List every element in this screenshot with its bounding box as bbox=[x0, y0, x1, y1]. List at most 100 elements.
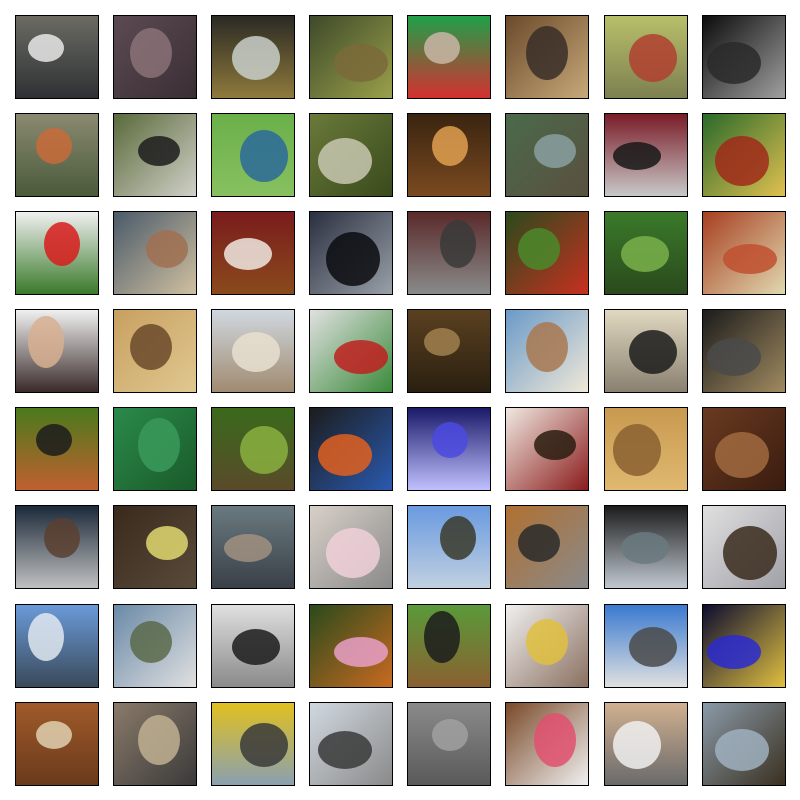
thumbnail-purple-creature-closeup bbox=[113, 15, 197, 99]
subject-shape bbox=[715, 432, 769, 478]
subject-shape bbox=[621, 236, 669, 272]
subject-shape bbox=[44, 518, 80, 558]
thumbnail-safety-pin-gravel bbox=[407, 702, 491, 786]
thumbnail-plane-blue-sky bbox=[15, 604, 99, 688]
thumbnail-open-notebook bbox=[604, 702, 688, 786]
thumbnail-brown-horse bbox=[15, 702, 99, 786]
thumbnail-house-finch-mossy-log bbox=[604, 15, 688, 99]
thumbnail-santa-cookie-tray bbox=[309, 309, 393, 393]
thumbnail-harbor-crane bbox=[309, 702, 393, 786]
subject-shape bbox=[629, 34, 677, 82]
thumbnail-brass-compass-dial bbox=[211, 15, 295, 99]
subject-shape bbox=[526, 26, 568, 80]
thumbnail-peacock-on-grass bbox=[211, 113, 295, 197]
subject-shape bbox=[723, 526, 777, 580]
thumbnail-camera-on-desk bbox=[505, 505, 589, 589]
image-grid bbox=[0, 0, 800, 800]
subject-shape bbox=[715, 136, 769, 186]
subject-shape bbox=[232, 332, 280, 372]
thumbnail-audio-mixer bbox=[702, 309, 786, 393]
thumbnail-wine-bottles bbox=[505, 407, 589, 491]
thumbnail-bird-nest-straw bbox=[407, 309, 491, 393]
subject-shape bbox=[526, 619, 568, 665]
subject-shape bbox=[518, 228, 560, 270]
thumbnail-terrier-face bbox=[113, 702, 197, 786]
thumbnail-reptile-eye-closeup bbox=[309, 15, 393, 99]
subject-shape bbox=[534, 430, 576, 460]
subject-shape bbox=[130, 28, 172, 78]
subject-shape bbox=[424, 328, 460, 356]
thumbnail-pier-silhouette bbox=[604, 309, 688, 393]
thumbnail-white-black-fur-closeup bbox=[15, 15, 99, 99]
subject-shape bbox=[715, 729, 769, 771]
subject-shape bbox=[326, 232, 380, 286]
thumbnail-wood-stove-room bbox=[505, 15, 589, 99]
subject-shape bbox=[326, 528, 380, 578]
thumbnail-batter-green-wall bbox=[407, 15, 491, 99]
thumbnail-city-bus-street bbox=[407, 211, 491, 295]
subject-shape bbox=[240, 130, 288, 182]
thumbnail-brick-storefront bbox=[505, 309, 589, 393]
thumbnail-pale-sky-beach bbox=[211, 309, 295, 393]
thumbnail-mountain-cyclists bbox=[113, 604, 197, 688]
thumbnail-football-helmet bbox=[113, 113, 197, 197]
subject-shape bbox=[629, 330, 677, 374]
subject-shape bbox=[334, 44, 388, 82]
thumbnail-wooden-barrel bbox=[702, 407, 786, 491]
thumbnail-oboe-in-case bbox=[604, 113, 688, 197]
thumbnail-horses-sled-snow bbox=[702, 505, 786, 589]
subject-shape bbox=[130, 324, 172, 370]
thumbnail-dog-in-grass bbox=[407, 604, 491, 688]
thumbnail-chandelier-bookstore bbox=[407, 113, 491, 197]
subject-shape bbox=[534, 134, 576, 168]
thumbnail-corn-leaves bbox=[604, 211, 688, 295]
subject-shape bbox=[440, 220, 476, 268]
thumbnail-crossword-pen bbox=[211, 604, 295, 688]
thumbnail-parade-performers bbox=[15, 113, 99, 197]
thumbnail-bird-flying-gray bbox=[702, 702, 786, 786]
subject-shape bbox=[629, 627, 677, 667]
subject-shape bbox=[432, 126, 468, 166]
thumbnail-black-sea-urchin bbox=[702, 15, 786, 99]
thumbnail-bird-on-branch bbox=[15, 407, 99, 491]
subject-shape bbox=[534, 713, 576, 767]
thumbnail-golden-retriever-sleeping bbox=[113, 309, 197, 393]
subject-shape bbox=[232, 629, 280, 665]
subject-shape bbox=[138, 418, 180, 472]
thumbnail-green-locker bbox=[113, 407, 197, 491]
thumbnail-mouse-closeup bbox=[604, 604, 688, 688]
subject-shape bbox=[44, 222, 80, 266]
subject-shape bbox=[36, 424, 72, 456]
subject-shape bbox=[613, 424, 661, 476]
subject-shape bbox=[232, 36, 280, 80]
thumbnail-cavalier-spaniel bbox=[211, 211, 295, 295]
thumbnail-leafhopper-on-red bbox=[702, 211, 786, 295]
thumbnail-pickles-in-bowl bbox=[309, 113, 393, 197]
subject-shape bbox=[224, 534, 272, 562]
subject-shape bbox=[518, 524, 560, 562]
subject-shape bbox=[146, 230, 188, 268]
thumbnail-kangaroo-sepia bbox=[604, 407, 688, 491]
subject-shape bbox=[334, 637, 388, 667]
subject-shape bbox=[707, 42, 761, 84]
thumbnail-concert-lights bbox=[407, 407, 491, 491]
subject-shape bbox=[28, 316, 64, 368]
subject-shape bbox=[440, 516, 476, 560]
thumbnail-wedding-dress bbox=[309, 505, 393, 589]
subject-shape bbox=[36, 721, 72, 749]
subject-shape bbox=[36, 128, 72, 164]
subject-shape bbox=[138, 715, 180, 765]
thumbnail-white-daisy bbox=[505, 604, 589, 688]
subject-shape bbox=[707, 635, 761, 669]
thumbnail-plane-bare-tree bbox=[407, 505, 491, 589]
subject-shape bbox=[613, 142, 661, 170]
subject-shape bbox=[138, 136, 180, 166]
thumbnail-bacon-sign bbox=[15, 505, 99, 589]
subject-shape bbox=[224, 238, 272, 270]
subject-shape bbox=[28, 613, 64, 661]
subject-shape bbox=[621, 532, 669, 564]
subject-shape bbox=[130, 621, 172, 663]
subject-shape bbox=[240, 723, 288, 767]
subject-shape bbox=[707, 338, 761, 376]
subject-shape bbox=[28, 34, 64, 62]
